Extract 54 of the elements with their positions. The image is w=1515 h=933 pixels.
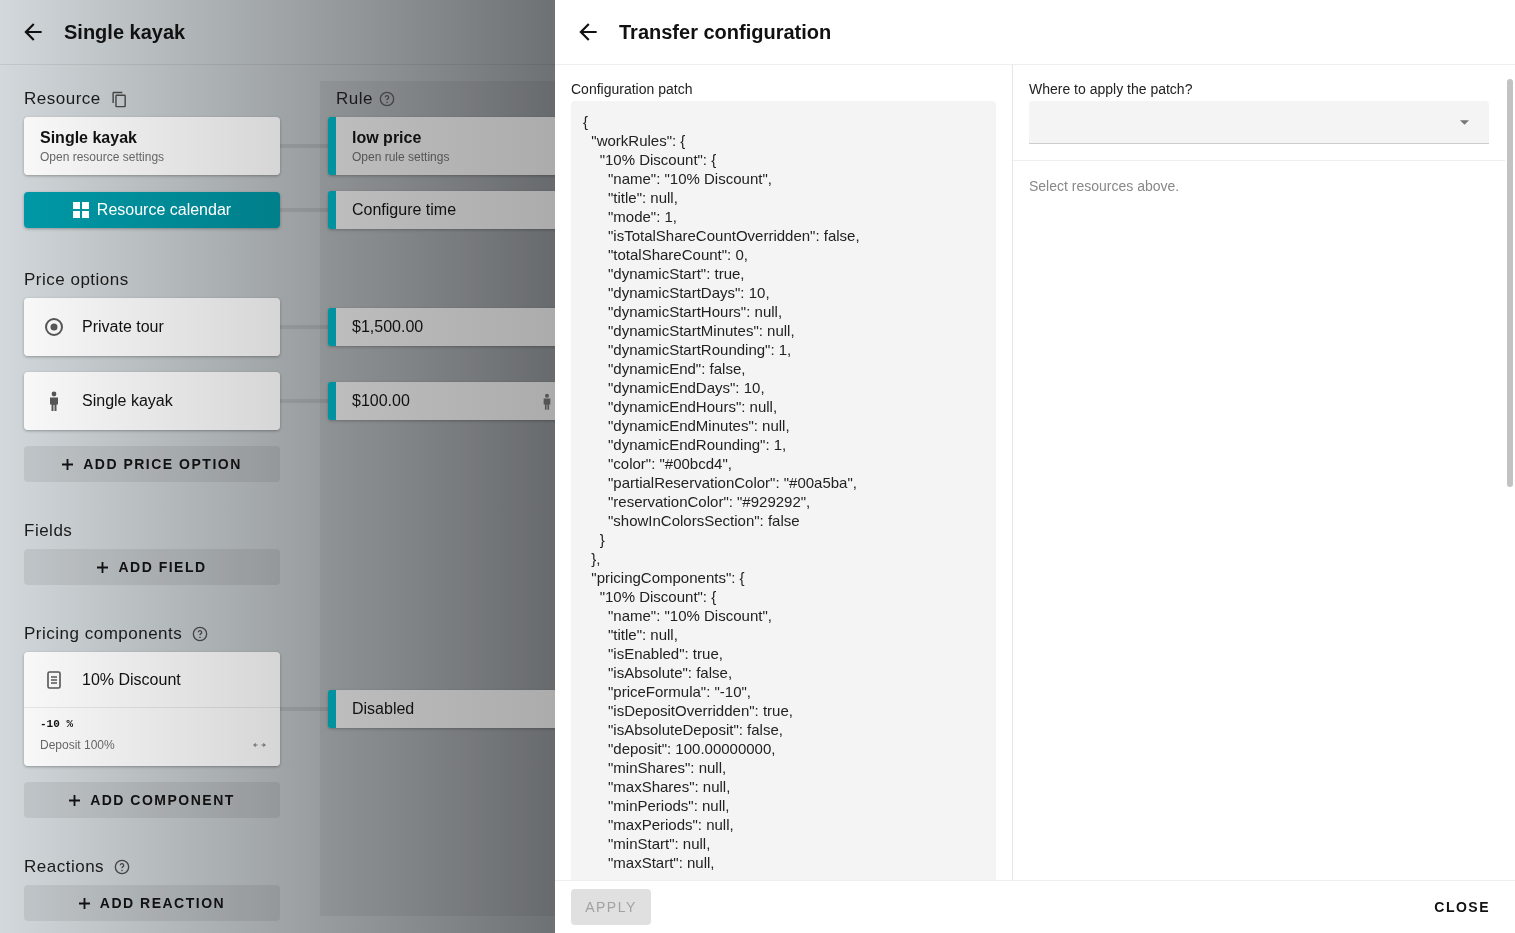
- section-heading: Resource: [24, 89, 101, 109]
- configure-time-button[interactable]: Configure time: [328, 191, 555, 229]
- pricing-component-card[interactable]: 10% Discount -10 % Deposit 100%: [24, 652, 280, 766]
- field-label: Configuration patch: [571, 81, 694, 97]
- dropdown-caret-icon: [1460, 119, 1469, 125]
- code-text[interactable]: { "workRules": { "10% Discount": { "name": "10% Discount", "title": null, "mode": 1, "isTotalShareCountOverridden": false, "totalShareCount": 0, "dynamicStart": true, "dynamicStartDays": 10, "dynamicStartHours": null, "dynamicStartMinutes": null, "dynamicStartRounding": 1, "dynamicEnd": false, "dynamicEndDays": 10, "dynamicEndHours": null, "dynamicEndMinutes": null, "dynamicEndRounding": 1, "color": "#00bcd4", "partialReservationColor": "#00a5ba", "reservationColor": "#929292", "showInColorsSection": false } }, "pricingComponents": { "10% Discount": { "name": "10% Discount", "title": null, "isEnabled": true, "isAbsolute": false, "priceFormula": "-10", "isDepositOverridden": true, "isAbsoluteDeposit": false, "deposit": 100.00000000, "minShares": null, "maxShares": null, "minPeriods": null, "maxPeriods": null, "minStart": null, "maxStart": null,: [571, 101, 996, 880]
- plus-icon: [62, 458, 74, 470]
- help-icon[interactable]: [114, 859, 131, 875]
- price-value: $100.00: [352, 392, 410, 410]
- section-heading: Price options: [24, 270, 129, 290]
- add-reaction-button[interactable]: ADD REACTION: [24, 885, 280, 921]
- rule-value-card[interactable]: Disabled: [328, 690, 555, 728]
- add-component-button[interactable]: ADD COMPONENT: [24, 782, 280, 818]
- plus-icon: [78, 897, 90, 909]
- section-heading: Rule: [336, 89, 373, 109]
- option-label: Single kayak: [82, 392, 173, 410]
- field-label: Where to apply the patch?: [1029, 81, 1194, 97]
- plus-icon: [69, 794, 81, 806]
- drawer-title: Transfer configuration: [619, 20, 832, 44]
- price-card[interactable]: $1,500.00: [328, 308, 555, 346]
- select-field[interactable]: [1029, 101, 1489, 144]
- plus-icon: [97, 561, 109, 573]
- price-option-card[interactable]: Private tour: [24, 298, 280, 356]
- option-label: Private tour: [82, 318, 164, 336]
- page-title: Single kayak: [64, 20, 186, 44]
- card-subtitle: Open rule settings: [352, 149, 451, 164]
- resource-card[interactable]: Single kayak Open resource settings: [24, 117, 280, 175]
- price-formula: -10 %: [40, 718, 74, 730]
- card-title: Single kayak: [40, 128, 138, 147]
- arrows-icon: [253, 742, 266, 748]
- rule-card[interactable]: low price Open rule settings: [328, 117, 555, 175]
- hint-text: Select resources above.: [1028, 177, 1181, 196]
- help-icon[interactable]: [378, 91, 395, 107]
- radio-target-icon: [44, 317, 64, 337]
- card-title: low price: [352, 128, 423, 147]
- add-field-button[interactable]: ADD FIELD: [24, 549, 280, 585]
- component-label: 10% Discount: [82, 670, 181, 689]
- rule-value: Disabled: [352, 700, 415, 718]
- section-heading: Fields: [24, 521, 73, 541]
- copy-icon[interactable]: [110, 90, 128, 108]
- document-icon: [44, 670, 64, 689]
- section-heading: Pricing components: [24, 624, 183, 644]
- close-button[interactable]: CLOSE: [1425, 891, 1499, 923]
- card-subtitle: Open resource settings: [40, 149, 166, 164]
- grid-icon: [72, 202, 89, 218]
- deposit-text: Deposit 100%: [40, 738, 115, 752]
- price-option-card[interactable]: Single kayak: [24, 372, 280, 430]
- price-card[interactable]: $100.00: [328, 382, 555, 420]
- add-price-option-button[interactable]: ADD PRICE OPTION: [24, 446, 280, 482]
- price-value: $1,500.00: [352, 318, 424, 336]
- section-heading: Reactions: [24, 857, 105, 877]
- person-icon: [542, 392, 552, 410]
- resource-calendar-button[interactable]: Resource calendar: [24, 192, 280, 228]
- help-icon[interactable]: [192, 626, 209, 642]
